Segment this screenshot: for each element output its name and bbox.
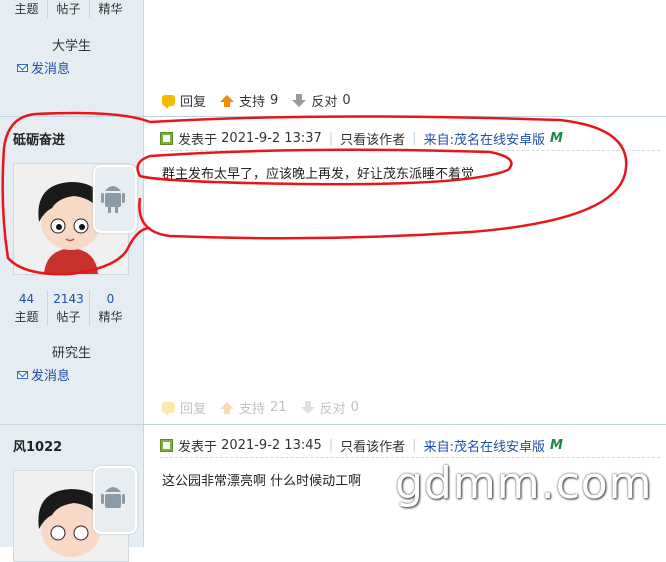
send-message-label: 发消息 <box>31 369 71 384</box>
thumb-down-arrow-icon <box>300 401 315 414</box>
reply-button[interactable]: 回复 <box>162 398 206 417</box>
send-message-link[interactable]: 发消息 <box>17 58 70 77</box>
stat-posts[interactable]: 2143 帖子 <box>47 290 89 326</box>
support-button[interactable]: 支持 21 <box>220 398 287 417</box>
support-count: 21 <box>270 400 287 415</box>
post-timestamp: 2021-9-2 13:45 <box>221 438 322 453</box>
post-actions: 回复 支持 21 反对 0 <box>162 398 373 417</box>
app-logo-icon: M <box>549 438 563 453</box>
post-separator <box>0 424 666 425</box>
envelope-icon <box>17 63 28 72</box>
user-stats: 主题 帖子 精华 <box>6 0 131 18</box>
android-device-badge <box>93 466 137 534</box>
site-watermark: gdmm.com <box>395 458 653 509</box>
stat-digest[interactable]: 精华 <box>89 0 131 18</box>
post-meta: 发表于 2021-9-2 13:45 | 只看该作者 | 来自:茂名在线安卓版 … <box>160 436 563 455</box>
post-author-name[interactable]: 风1022 <box>13 436 62 455</box>
user-rank: 大学生 <box>51 39 91 54</box>
send-message-link[interactable]: 发消息 <box>17 365 70 384</box>
send-message-label: 发消息 <box>31 62 71 77</box>
red-highlight-annotation <box>1 111 628 276</box>
android-icon <box>101 487 125 508</box>
stat-digest[interactable]: 0 精华 <box>89 290 131 326</box>
oppose-count: 0 <box>342 93 351 108</box>
thumb-up-arrow-icon <box>220 95 235 107</box>
stat-threads[interactable]: 主题 <box>6 0 47 18</box>
stat-posts[interactable]: 帖子 <box>47 0 89 18</box>
oppose-count: 0 <box>350 400 359 415</box>
post-source-link[interactable]: 来自:茂名在线安卓版 <box>424 436 545 455</box>
stat-threads[interactable]: 44 主题 <box>6 290 47 326</box>
envelope-icon <box>17 370 28 379</box>
user-rank: 研究生 <box>51 346 91 361</box>
post-content: 这公园非常漂亮啊 什么时候动工啊 <box>162 474 362 489</box>
thumb-down-arrow-icon <box>292 94 307 107</box>
thumb-up-arrow-icon <box>220 402 235 414</box>
reply-icon <box>162 95 175 109</box>
user-stats: 44 主题 2143 帖子 0 精华 <box>6 290 131 326</box>
support-count: 9 <box>270 93 279 108</box>
post-status-icon <box>160 439 173 452</box>
reply-icon <box>162 402 175 416</box>
view-author-only-link[interactable]: 只看该作者 <box>340 436 405 455</box>
oppose-button[interactable]: 反对 0 <box>300 398 359 417</box>
